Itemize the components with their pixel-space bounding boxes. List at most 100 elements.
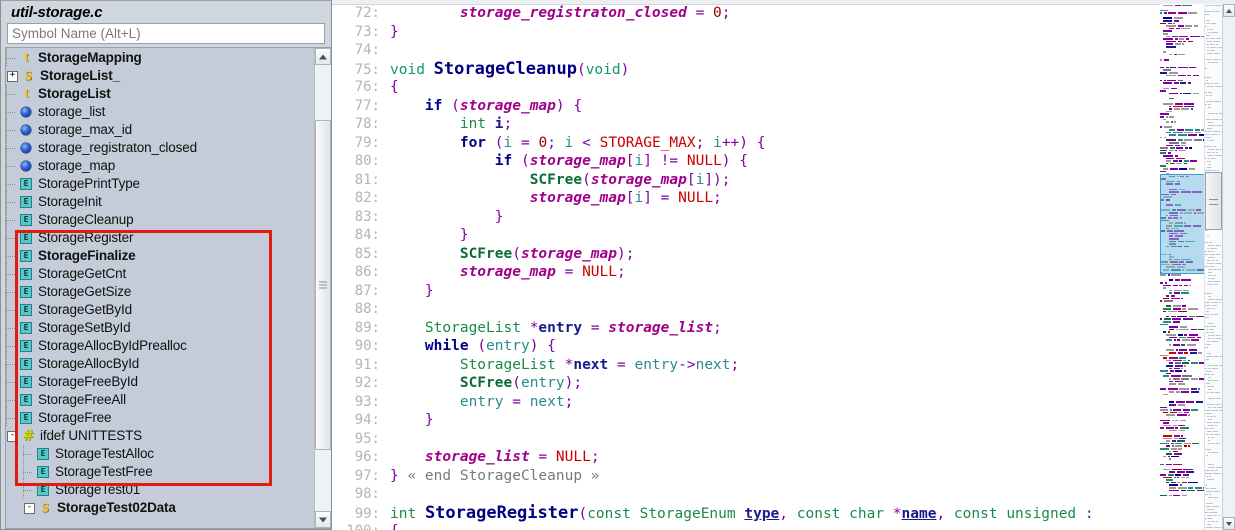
symbol-tree-item[interactable]: StorageRegister — [6, 229, 314, 247]
minimap-line — [1160, 12, 1205, 15]
symbol-tree-item[interactable]: StorageTestFree — [6, 463, 314, 481]
symbol-tree-item[interactable]: - # ifdef UNITTESTS — [6, 427, 314, 445]
expand-icon[interactable]: + — [7, 70, 18, 82]
symbol-tree-item[interactable]: storage_map — [6, 157, 314, 175]
code-line[interactable]: 82: storage_map[i] = NULL; — [332, 189, 1160, 208]
overview-scrollbar-thumb[interactable] — [1205, 172, 1222, 230]
symbol-tree-item[interactable]: storage_max_id — [6, 121, 314, 139]
code-line[interactable]: 95: — [332, 430, 1160, 449]
code-token: ; — [617, 264, 626, 280]
symbol-tree-item[interactable]: StorageSetById — [6, 319, 314, 337]
symbol-tree-item[interactable]: StorageGetById — [6, 301, 314, 319]
editor-vertical-scrollbar[interactable] — [1222, 4, 1235, 530]
editor-scroll-down-button[interactable] — [1223, 517, 1235, 530]
code-line[interactable]: 96: storage_list = NULL; — [332, 448, 1160, 467]
code-line[interactable]: 88: — [332, 300, 1160, 319]
code-line[interactable]: 98: — [332, 485, 1160, 504]
code-token: char — [849, 505, 885, 522]
symbol-tree-item[interactable]: t StorageList — [6, 85, 314, 103]
minimap-segment — [1160, 463, 1164, 466]
editor-scroll-up-button[interactable] — [1223, 4, 1235, 17]
minimap-segment — [1180, 82, 1186, 84]
code-line[interactable]: 80: if (storage_map[i] != NULL) { — [332, 152, 1160, 171]
symbol-tree-scrollbar[interactable] — [314, 48, 331, 528]
code-line[interactable]: 83: } — [332, 208, 1160, 227]
symbol-tree-item[interactable]: StorageTestAlloc — [6, 445, 314, 463]
code-text-area[interactable]: 72: storage_registraton_closed = 0; 73:} 7… — [332, 4, 1160, 530]
overview-segment — [1208, 112, 1215, 115]
minimap-viewport[interactable] — [1160, 174, 1205, 274]
scroll-up-button[interactable] — [315, 48, 331, 65]
symbol-tree-item[interactable]: StorageFreeAll — [6, 391, 314, 409]
code-line[interactable]: 90: while (entry) { — [332, 337, 1160, 356]
code-line[interactable]: 97:} « end StorageCleanup » — [332, 467, 1160, 486]
minimap-segment — [1169, 53, 1172, 56]
code-line[interactable]: 86: storage_map = NULL; — [332, 263, 1160, 282]
overview-segment — [1205, 325, 1209, 328]
minimap-segment — [1188, 349, 1197, 352]
code-line[interactable]: 81: SCFree(storage_map[i]); — [332, 171, 1160, 190]
symbol-tree-item[interactable]: StorageFreeById — [6, 373, 314, 391]
symbol-tree-item[interactable]: StorageGetCnt — [6, 265, 314, 283]
symbol-tree-item[interactable]: StorageTest01 — [6, 481, 314, 499]
scrollbar-thumb[interactable] — [315, 120, 331, 450]
symbol-tree-item[interactable]: StorageFinalize — [6, 247, 314, 265]
symbol-tree-item[interactable]: - S StorageTest02Data — [6, 499, 314, 517]
overview-segment — [1214, 52, 1220, 55]
symbol-tree[interactable]: t StorageMapping + S StorageList_ t StorageLis… — [6, 48, 314, 528]
symbol-tree-item[interactable]: t StorageMapping — [6, 49, 314, 67]
code-token: != — [660, 153, 679, 169]
minimap-segment — [1190, 390, 1199, 393]
symbol-tree-item[interactable]: storage_list — [6, 103, 314, 121]
code-line[interactable]: 74: — [332, 41, 1160, 60]
overview-segment — [1207, 49, 1209, 52]
minimap-segment — [1175, 390, 1180, 393]
code-editor[interactable]: 72: storage_registraton_closed = 0; 73:} 7… — [332, 0, 1235, 530]
code-line[interactable]: 77: if (storage_map) { — [332, 97, 1160, 116]
code-minimap[interactable] — [1160, 4, 1205, 530]
code-line[interactable]: 75: void StorageCleanup(void) — [332, 59, 1160, 79]
minimap-line — [1160, 74, 1205, 77]
code-line[interactable]: 92: SCFree(entry); — [332, 374, 1160, 393]
code-line[interactable]: 78: int i; — [332, 115, 1160, 134]
minimap-segment — [1181, 339, 1190, 341]
scroll-down-button[interactable] — [315, 511, 331, 528]
code-line[interactable]: 99: int StorageRegister(const StorageEnum… — [332, 503, 1160, 523]
symbol-tree-item[interactable]: + S StorageList_ — [6, 67, 314, 85]
code-line[interactable]: 85: SCFree(storage_map); — [332, 245, 1160, 264]
symbol-tree-item[interactable]: StorageAllocById — [6, 355, 314, 373]
code-line[interactable]: 76: { — [332, 78, 1160, 97]
line-number: 82: — [354, 190, 380, 206]
code-line[interactable]: 84: } — [332, 226, 1160, 245]
code-line[interactable]: 93: entry = next; — [332, 393, 1160, 412]
symbol-search-input[interactable] — [7, 23, 325, 44]
symbol-tree-item[interactable]: storage_registraton_closed — [6, 139, 314, 157]
overview-segment — [1213, 406, 1216, 409]
symbol-tree-item[interactable]: StorageInit — [6, 193, 314, 211]
symbol-tree-item[interactable]: StorageFree — [6, 409, 314, 427]
symbol-search-wrap — [1, 23, 331, 47]
code-line[interactable]: 72: storage_registraton_closed = 0; — [332, 4, 1160, 23]
code-token: next — [573, 356, 609, 373]
code-line[interactable]: 100: { — [332, 522, 1160, 530]
collapse-icon[interactable]: - — [7, 430, 18, 442]
code-overview-strip[interactable] — [1204, 4, 1222, 530]
code-line[interactable]: 94: } — [332, 411, 1160, 430]
collapse-icon[interactable]: - — [24, 502, 35, 514]
code-line[interactable]: 91: StorageList *next = entry->next; — [332, 356, 1160, 375]
symbol-tree-item[interactable]: StorageCleanup — [6, 211, 314, 229]
code-line[interactable]: 89: StorageList *entry = storage_list; — [332, 319, 1160, 338]
code-line[interactable]: 79: for (i = 0; i < STORAGE_MAX; i++) { — [332, 134, 1160, 153]
overview-segment — [1208, 61, 1210, 64]
code-text: StorageList *entry = storage_list; — [382, 319, 722, 338]
code-line[interactable]: 87: } — [332, 282, 1160, 301]
minimap-segment — [1160, 136, 1162, 139]
symbol-tree-item[interactable]: StorageAllocByIdPrealloc — [6, 337, 314, 355]
symbol-tree-item[interactable]: StoragePrintType — [6, 175, 314, 193]
overview-segment — [1205, 130, 1212, 133]
code-line[interactable]: 73:} — [332, 23, 1160, 42]
symbol-tree-item[interactable]: StorageGetSize — [6, 283, 314, 301]
minimap-segment — [1169, 367, 1172, 370]
